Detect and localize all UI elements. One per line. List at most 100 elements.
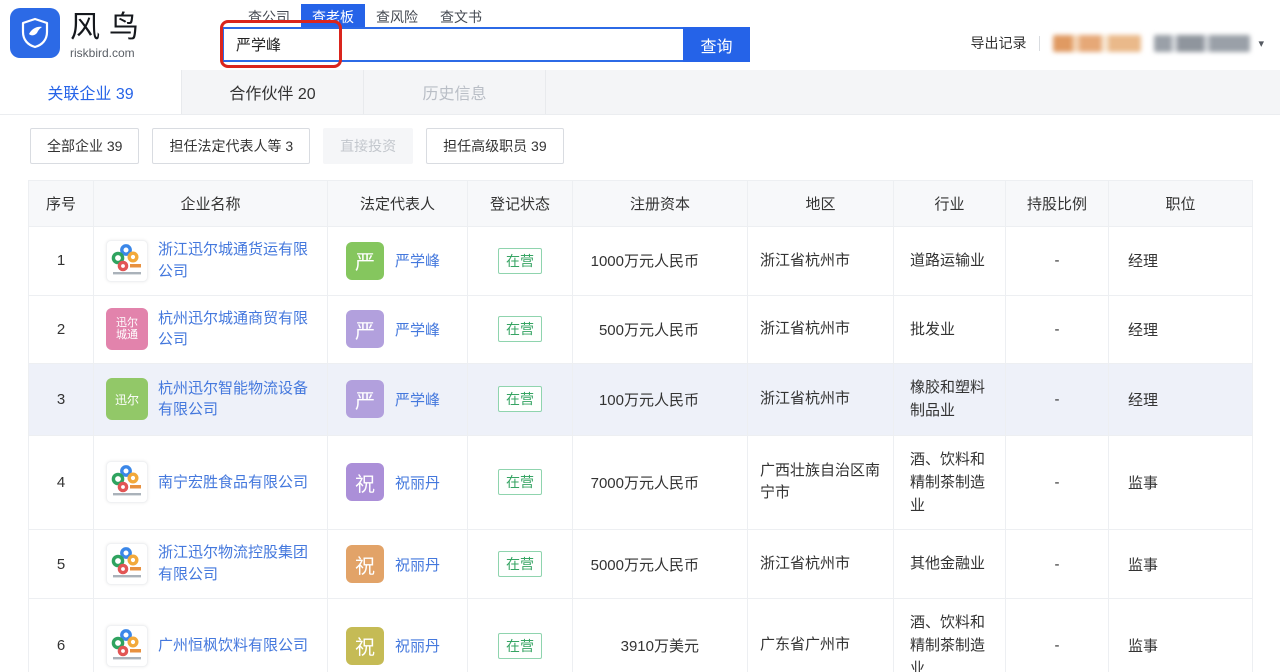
table-row: 2迅尔城通杭州迅尔城通商贸有限公司严严学峰在营500万元人民币浙江省杭州市批发业… bbox=[29, 295, 1253, 364]
company-cell: 迅尔城通杭州迅尔城通商贸有限公司 bbox=[106, 308, 317, 352]
export-records-link[interactable]: 导出记录 bbox=[970, 33, 1026, 53]
company-name-link[interactable]: 广州恒枫饮料有限公司 bbox=[158, 635, 308, 657]
search-button[interactable]: 查询 bbox=[683, 27, 750, 62]
column-header: 职位 bbox=[1109, 181, 1253, 227]
industry: 批发业 bbox=[894, 295, 1006, 364]
registered-capital: 100万元人民币 bbox=[573, 364, 748, 436]
company-name-link[interactable]: 南宁宏胜食品有限公司 bbox=[158, 472, 308, 494]
region: 广东省广州市 bbox=[748, 598, 894, 672]
position: 经理 bbox=[1109, 227, 1253, 296]
legal-rep-avatar: 祝 bbox=[346, 463, 384, 501]
industry: 酒、饮料和精制茶制造业 bbox=[894, 598, 1006, 672]
column-header: 序号 bbox=[29, 181, 94, 227]
column-header: 法定代表人 bbox=[328, 181, 468, 227]
region: 广西壮族自治区南宁市 bbox=[748, 435, 894, 530]
share-ratio: - bbox=[1006, 295, 1109, 364]
brand-text: 风鸟 riskbird.com bbox=[70, 8, 148, 60]
filter-all-companies[interactable]: 全部企业 39 bbox=[30, 128, 139, 164]
row-index: 3 bbox=[29, 364, 94, 436]
company-logo-group-icon bbox=[106, 625, 148, 667]
position: 经理 bbox=[1109, 295, 1253, 364]
related-companies-table: 序号企业名称法定代表人登记状态注册资本地区行业持股比例职位 1浙江迅尔城通货运有… bbox=[28, 180, 1253, 672]
tab-history: 历史信息 bbox=[364, 70, 546, 114]
company-logo-group-icon bbox=[106, 543, 148, 585]
legal-rep-link[interactable]: 严学峰 bbox=[395, 389, 440, 410]
result-tabs: 关联企业 39合作伙伴 20历史信息 bbox=[0, 70, 1280, 115]
company-cell: 浙江迅尔物流控股集团有限公司 bbox=[106, 542, 317, 586]
position: 经理 bbox=[1109, 364, 1253, 436]
industry: 其他金融业 bbox=[894, 530, 1006, 599]
top-header: 风鸟 riskbird.com 查公司查老板查风险查文书 查询 导出记录 ▾ bbox=[0, 0, 1280, 70]
industry: 道路运输业 bbox=[894, 227, 1006, 296]
company-name-link[interactable]: 杭州迅尔智能物流设备有限公司 bbox=[158, 378, 317, 422]
legal-rep-avatar: 严 bbox=[346, 380, 384, 418]
region: 浙江省杭州市 bbox=[748, 530, 894, 599]
table-row: 4南宁宏胜食品有限公司祝祝丽丹在营7000万元人民币广西壮族自治区南宁市酒、饮料… bbox=[29, 435, 1253, 530]
redacted-account-info[interactable] bbox=[1154, 35, 1250, 52]
table-body: 1浙江迅尔城通货运有限公司严严学峰在营1000万元人民币浙江省杭州市道路运输业-… bbox=[29, 227, 1253, 672]
region: 浙江省杭州市 bbox=[748, 227, 894, 296]
column-header: 企业名称 bbox=[94, 181, 328, 227]
status-badge: 在营 bbox=[498, 316, 542, 342]
filter-bar: 全部企业 39 担任法定代表人等 3 直接投资担任高级职员 39 bbox=[0, 115, 1280, 180]
company-logo-text-icon: 迅尔 bbox=[106, 378, 148, 420]
registered-capital: 5000万元人民币 bbox=[573, 530, 748, 599]
legal-rep-link[interactable]: 祝丽丹 bbox=[395, 554, 440, 575]
legal-rep-link[interactable]: 严学峰 bbox=[395, 319, 440, 340]
tab-partners[interactable]: 合作伙伴 20 bbox=[182, 70, 364, 114]
row-index: 6 bbox=[29, 598, 94, 672]
brand-name: 风鸟 bbox=[70, 11, 148, 44]
legal-rep-link[interactable]: 祝丽丹 bbox=[395, 472, 440, 493]
company-name-link[interactable]: 浙江迅尔城通货运有限公司 bbox=[158, 239, 317, 283]
brand-domain: riskbird.com bbox=[70, 46, 148, 60]
legal-rep-cell: 祝祝丽丹 bbox=[346, 463, 457, 501]
legal-rep-link[interactable]: 祝丽丹 bbox=[395, 635, 440, 656]
company-name-link[interactable]: 杭州迅尔城通商贸有限公司 bbox=[158, 308, 317, 352]
column-header: 登记状态 bbox=[468, 181, 573, 227]
region: 浙江省杭州市 bbox=[748, 364, 894, 436]
share-ratio: - bbox=[1006, 227, 1109, 296]
row-index: 4 bbox=[29, 435, 94, 530]
legal-rep-avatar: 祝 bbox=[346, 545, 384, 583]
brand[interactable]: 风鸟 riskbird.com bbox=[10, 8, 148, 60]
chevron-down-icon[interactable]: ▾ bbox=[1258, 37, 1264, 50]
legal-rep-link[interactable]: 严学峰 bbox=[395, 250, 440, 271]
share-ratio: - bbox=[1006, 435, 1109, 530]
column-header: 持股比例 bbox=[1006, 181, 1109, 227]
company-logo-group-icon bbox=[106, 240, 148, 282]
table-row: 6广州恒枫饮料有限公司祝祝丽丹在营3910万美元广东省广州市酒、饮料和精制茶制造… bbox=[29, 598, 1253, 672]
divider bbox=[1039, 36, 1040, 51]
share-ratio: - bbox=[1006, 598, 1109, 672]
results-table-wrap: 序号企业名称法定代表人登记状态注册资本地区行业持股比例职位 1浙江迅尔城通货运有… bbox=[28, 180, 1252, 672]
legal-rep-cell: 严严学峰 bbox=[346, 242, 457, 280]
company-logo-text-icon: 迅尔城通 bbox=[106, 308, 148, 350]
position: 监事 bbox=[1109, 530, 1253, 599]
filter-direct-investment: 直接投资 bbox=[323, 128, 413, 164]
riskbird-logo-icon bbox=[10, 8, 60, 58]
filter-senior-staff[interactable]: 担任高级职员 39 bbox=[426, 128, 563, 164]
column-header: 行业 bbox=[894, 181, 1006, 227]
tab-related-companies[interactable]: 关联企业 39 bbox=[0, 70, 182, 114]
row-index: 2 bbox=[29, 295, 94, 364]
share-ratio: - bbox=[1006, 364, 1109, 436]
status-badge: 在营 bbox=[498, 551, 542, 577]
company-cell: 南宁宏胜食品有限公司 bbox=[106, 461, 317, 503]
position: 监事 bbox=[1109, 435, 1253, 530]
registered-capital: 1000万元人民币 bbox=[573, 227, 748, 296]
legal-rep-cell: 严严学峰 bbox=[346, 310, 457, 348]
filter-legal-rep[interactable]: 担任法定代表人等 3 bbox=[152, 128, 310, 164]
legal-rep-cell: 严严学峰 bbox=[346, 380, 457, 418]
company-name-link[interactable]: 浙江迅尔物流控股集团有限公司 bbox=[158, 542, 317, 586]
search-input[interactable] bbox=[222, 27, 683, 62]
column-header: 注册资本 bbox=[573, 181, 748, 227]
status-badge: 在营 bbox=[498, 469, 542, 495]
company-cell: 迅尔杭州迅尔智能物流设备有限公司 bbox=[106, 378, 317, 422]
registered-capital: 7000万元人民币 bbox=[573, 435, 748, 530]
company-logo-group-icon bbox=[106, 461, 148, 503]
table-row: 3迅尔杭州迅尔智能物流设备有限公司严严学峰在营100万元人民币浙江省杭州市橡胶和… bbox=[29, 364, 1253, 436]
company-cell: 广州恒枫饮料有限公司 bbox=[106, 625, 317, 667]
table-row: 5 浙江迅尔物流控股集团有限公司祝祝丽丹 在营 5000万元人民币浙江省杭州市其他金融… bbox=[29, 530, 1253, 599]
registered-capital: 3910万美元 bbox=[573, 598, 748, 672]
row-index: 5 bbox=[29, 530, 94, 599]
legal-rep-cell: 祝祝丽丹 bbox=[346, 627, 457, 665]
